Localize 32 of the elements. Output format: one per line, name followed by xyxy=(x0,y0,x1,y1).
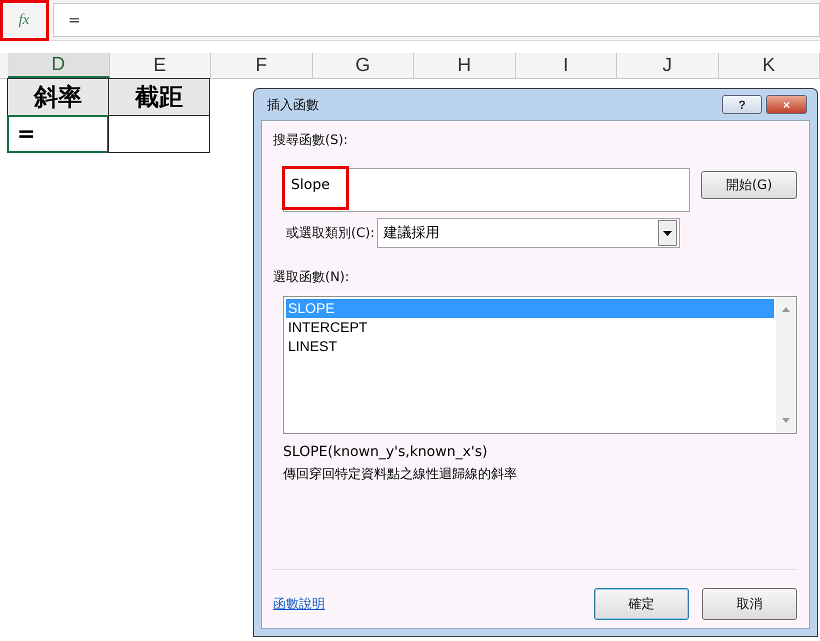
column-header[interactable]: G xyxy=(312,53,414,78)
column-header[interactable]: I xyxy=(516,53,617,78)
help-link[interactable]: 函數說明 xyxy=(273,595,581,613)
column-header[interactable]: F xyxy=(211,53,312,78)
column-header[interactable]: J xyxy=(617,53,718,78)
scroll-down-icon[interactable] xyxy=(782,418,790,423)
formula-field[interactable]: = xyxy=(53,3,820,37)
highlight-frame xyxy=(0,0,49,41)
highlight-frame xyxy=(282,166,349,210)
function-button[interactable]: fx xyxy=(0,0,48,40)
scroll-up-icon[interactable] xyxy=(782,307,790,312)
scrollbar[interactable] xyxy=(776,297,796,433)
column-header[interactable]: K xyxy=(718,53,820,78)
function-list-item[interactable]: INTERCEPT xyxy=(286,318,774,337)
cancel-button[interactable]: 取消 xyxy=(702,588,797,620)
go-button[interactable]: 開始(G) xyxy=(701,171,797,199)
column-header[interactable]: D xyxy=(8,53,110,78)
category-dropdown[interactable]: 建議採用 xyxy=(376,218,680,248)
column-header[interactable]: H xyxy=(414,53,516,78)
function-signature: SLOPE(known_y's,known_x's) xyxy=(283,444,488,460)
function-description: 傳回穿回特定資料點之線性迴歸線的斜率 xyxy=(283,466,518,483)
table-cell: 斜率 xyxy=(7,78,109,116)
search-label: 搜尋函數(S): xyxy=(273,132,349,149)
table-cell: 截距 xyxy=(108,78,210,116)
help-button[interactable]: ? xyxy=(722,95,762,114)
table-cell: = xyxy=(7,115,109,153)
search-field[interactable]: Slope xyxy=(283,168,690,212)
window-title: 插入函數 xyxy=(267,96,320,114)
function-list-item[interactable]: LINEST xyxy=(286,337,774,356)
category-label: 或選取類別(C): xyxy=(286,225,375,242)
ok-button[interactable]: 確定 xyxy=(594,588,689,620)
functions-label: 選取函數(N): xyxy=(273,269,350,286)
